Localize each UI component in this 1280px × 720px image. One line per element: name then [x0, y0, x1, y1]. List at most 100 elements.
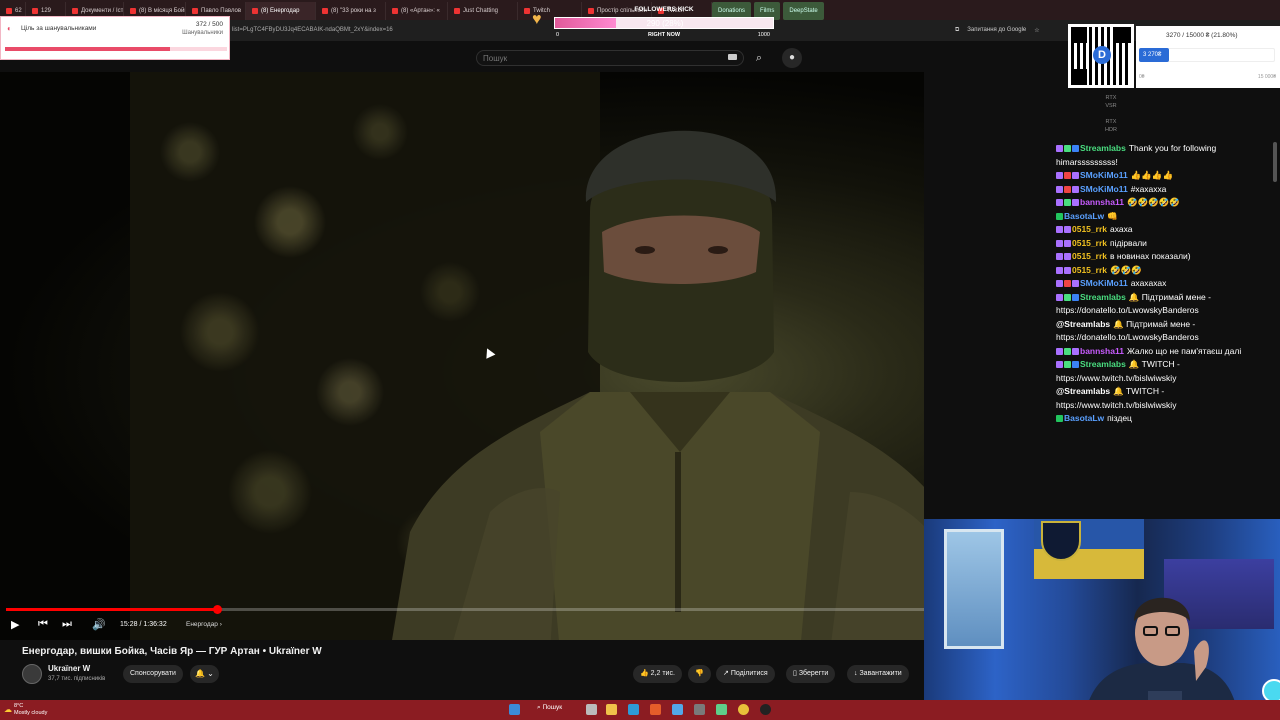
chat-badge-icon — [1056, 415, 1063, 422]
weather-widget[interactable]: 8°C Mostly cloudy — [14, 703, 47, 717]
search-button[interactable]: ⌕ — [750, 49, 768, 67]
play-icon[interactable]: ▶ — [11, 618, 19, 631]
chat-username[interactable]: 0515_rrk — [1072, 224, 1107, 234]
avatar[interactable] — [22, 664, 42, 684]
download-label: Завантажити — [859, 670, 902, 677]
obs-studio-icon[interactable] — [760, 704, 771, 715]
chat-text: 👍👍👍👍 — [1130, 170, 1174, 180]
chat-badge-icon — [1056, 361, 1063, 368]
sponsor-button[interactable]: Спонсорувати — [123, 665, 183, 683]
ask-google-button[interactable]: Запитання до Google — [967, 27, 1026, 34]
video-player[interactable] — [0, 72, 924, 640]
url-text[interactable]: list=PLgTC4FByDU3Jq4ECABAIK-ndaQBMt_2xY&… — [232, 27, 393, 33]
chat-username[interactable]: bannsha11 — [1080, 197, 1124, 207]
thumbs-up-icon: 👍 — [640, 670, 649, 677]
progress-bar[interactable] — [6, 605, 924, 614]
followers-min: 0 — [556, 32, 560, 38]
chat-badge-icon — [1056, 280, 1063, 287]
tab-favicon-icon — [252, 8, 258, 14]
chat-username[interactable]: @Streamlabs — [1056, 319, 1110, 329]
dislike-button[interactable]: 👎 — [688, 665, 711, 683]
share-label: Поділитися — [730, 670, 768, 677]
chat-badge-icon — [1064, 226, 1071, 233]
start-icon[interactable] — [509, 704, 520, 715]
browser-tab[interactable]: (8) Енергодар — [246, 2, 316, 20]
webcam-streamer — [1084, 597, 1239, 720]
chat-username[interactable]: SMoKiMo11 — [1080, 170, 1128, 180]
chat-username[interactable]: 0515_rrk — [1072, 238, 1107, 248]
chat-badge-icon — [1064, 145, 1071, 152]
chat-username[interactable]: bannsha11 — [1080, 346, 1124, 356]
share-button[interactable]: ↗ Поділитися — [716, 665, 775, 683]
chat-badge-icon — [1056, 347, 1063, 355]
star-icon[interactable]: ☆ — [1034, 27, 1039, 34]
tab-label: Павло Павлов — [201, 8, 242, 14]
chat-scrollbar[interactable] — [1273, 142, 1277, 182]
download-button[interactable]: ↓ Завантажити — [847, 665, 909, 683]
browser-tab[interactable]: Just Chatting — [448, 2, 518, 20]
chat-message: SMoKiMo11 👍👍👍👍 — [1056, 169, 1274, 183]
chat-username[interactable]: BasotaLw — [1064, 413, 1104, 423]
chrome-icon[interactable] — [738, 704, 749, 715]
edge-icon[interactable] — [628, 704, 639, 715]
followers-value: 290 (28%) — [646, 19, 684, 28]
notification-bell-button[interactable]: 🔔 ⌄ — [190, 665, 219, 683]
chat-badge-icon — [1056, 239, 1063, 247]
webcam-emblem — [1041, 521, 1081, 561]
browser-tab[interactable]: (8) "33 роки на з — [316, 2, 386, 20]
followers-mid: RIGHT NOW — [648, 32, 681, 38]
video-title: Енергодар, вишки Бойка, Часів Яр — ГУР А… — [22, 646, 322, 657]
goal-progress-bar — [5, 47, 227, 51]
chat-text: 🤣🤣🤣 — [1109, 264, 1142, 275]
chat-username[interactable]: 0515_rrk — [1072, 265, 1107, 275]
brave-icon[interactable] — [650, 704, 661, 715]
bookmark-chip[interactable]: DeepState — [783, 2, 824, 20]
app-icon[interactable] — [694, 704, 705, 715]
save-label: Зберегти — [798, 670, 829, 677]
chat-text: ахаха — [1109, 224, 1133, 234]
chat-bubble-icon: ◐ — [7, 24, 12, 33]
volume-icon[interactable]: 🔊 — [92, 618, 106, 631]
keyboard-icon[interactable] — [728, 54, 737, 60]
rtx-hdr-line2: HDR — [1105, 127, 1117, 133]
tab-label: (8) В місяця Бойко — [139, 8, 186, 14]
next-icon[interactable]: ⏭ — [62, 618, 72, 631]
chat-username[interactable]: @Streamlabs — [1056, 386, 1110, 396]
chat-badge-icon — [1064, 239, 1071, 247]
followers-progress-bar: 290 (28%) — [554, 17, 774, 29]
chat-username[interactable]: Streamlabs — [1080, 359, 1126, 369]
save-button[interactable]: ▯ Зберегти — [786, 665, 836, 683]
chat-text: в новинах показали) — [1109, 251, 1191, 261]
search-input[interactable]: Пошук — [476, 50, 744, 66]
telegram-icon[interactable] — [672, 704, 683, 715]
chat-username[interactable]: 0515_rrk — [1072, 251, 1107, 261]
chat-username[interactable]: Streamlabs — [1080, 292, 1126, 302]
translate-icon[interactable]: ⧉ — [955, 27, 959, 34]
taskbar-search[interactable]: ⌕ Пошук — [537, 704, 562, 712]
chat-badge-icon — [1072, 361, 1079, 368]
obs-icon[interactable] — [716, 704, 727, 715]
chat-username[interactable]: SMoKiMo11 — [1080, 184, 1128, 194]
task-view-icon[interactable] — [586, 704, 597, 715]
chat-username[interactable]: Streamlabs — [1080, 143, 1126, 153]
chat-message: SMoKiMo11 ахахахах — [1056, 277, 1274, 291]
browser-tab[interactable]: (8) «Артан»: « — [386, 2, 448, 20]
chat-message: 0515_rrk ахаха — [1056, 223, 1274, 237]
tab-favicon-icon — [192, 8, 198, 14]
chat-badge-icon — [1064, 280, 1071, 287]
chat-username[interactable]: SMoKiMo11 — [1080, 278, 1128, 288]
rtx-hdr-line1: RTX — [1105, 119, 1117, 125]
previous-icon[interactable]: ⏮ — [38, 618, 48, 631]
tab-favicon-icon — [72, 8, 78, 14]
share-icon: ↗ — [723, 670, 729, 677]
chat-message: @Streamlabs 🔔 Підтримай мене - https://do… — [1056, 318, 1274, 345]
chat-badge-icon — [1064, 361, 1071, 368]
tab-label: (8) «Артан»: « — [401, 8, 440, 14]
like-button[interactable]: 👍 2,2 тис. — [633, 665, 682, 683]
microphone-icon[interactable]: ● — [782, 48, 802, 68]
weather-temp: 8°C — [14, 703, 24, 709]
chat-username[interactable]: BasotaLw — [1064, 211, 1104, 221]
file-explorer-icon[interactable] — [606, 704, 617, 715]
channel-name[interactable]: Ukraïner W — [48, 664, 90, 673]
chapter-label[interactable]: Енергодар › — [186, 621, 222, 628]
